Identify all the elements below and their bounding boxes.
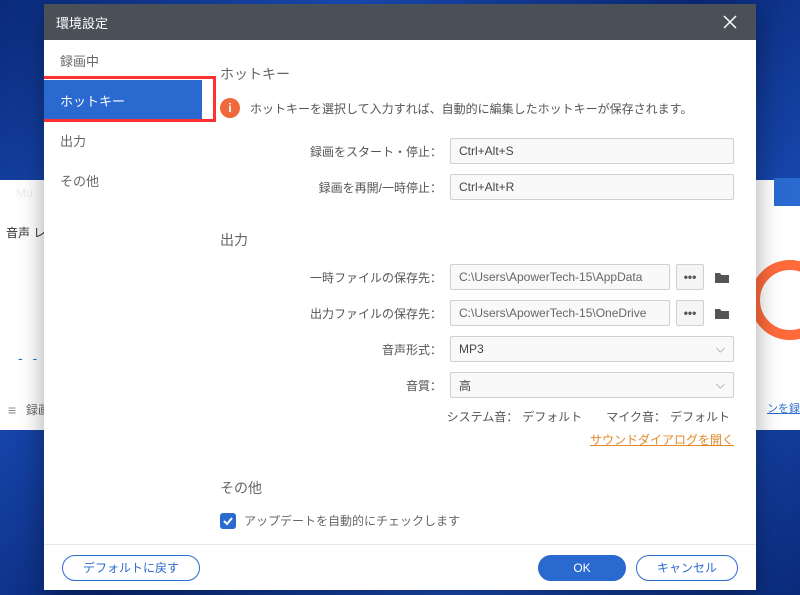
titlebar: 環境設定 [44, 4, 756, 40]
checkbox-auto-update[interactable] [220, 513, 236, 529]
sidebar-item-other[interactable]: その他 [44, 160, 202, 200]
chevron-down-icon: ⌵ [716, 342, 725, 357]
bg-right-button [774, 178, 800, 206]
row-format: 音声形式： MP3 ⌵ [220, 336, 734, 362]
label-start-stop: 録画をスタート・停止： [220, 143, 450, 160]
dialog-title: 環境設定 [56, 13, 716, 32]
select-format-value: MP3 [459, 342, 484, 356]
folder-icon [714, 270, 730, 284]
reset-defaults-button[interactable]: デフォルトに戻す [62, 555, 200, 581]
row-start-stop: 録画をスタート・停止： [220, 138, 734, 164]
content-pane: ホットキー i ホットキーを選択して入力すれば、自動的に編集したホットキーが保存… [202, 40, 756, 544]
label-quality: 音質： [220, 377, 450, 394]
sidebar: 録画中 ホットキー 出力 その他 [44, 40, 202, 200]
info-icon: i [220, 98, 240, 118]
row-sound-defaults: システム音：デフォルト マイク音：デフォルト [220, 408, 734, 425]
open-temp-folder-button[interactable] [710, 265, 734, 289]
label-auto-update: アップデートを自動的にチェックします [244, 512, 460, 529]
label-output-path: 出力ファイルの保存先： [220, 305, 450, 322]
bg-mu-label: Mu [16, 186, 33, 200]
open-sound-dialog-link[interactable]: サウンドダイアログを開く [590, 431, 734, 448]
info-text: ホットキーを選択して入力すれば、自動的に編集したホットキーが保存されます。 [250, 100, 692, 117]
ok-button[interactable]: OK [538, 555, 626, 581]
select-quality-value: 高 [459, 377, 471, 394]
close-icon [723, 15, 737, 29]
section-title-other: その他 [220, 478, 734, 498]
cancel-button[interactable]: キャンセル [636, 555, 738, 581]
section-title-hotkey: ホットキー [220, 64, 734, 84]
label-format: 音声形式： [220, 341, 450, 358]
sidebar-item-hotkey[interactable]: ホットキー [44, 80, 202, 120]
input-start-stop[interactable] [450, 138, 734, 164]
input-output-path[interactable] [450, 300, 670, 326]
sidebar-item-output[interactable]: 出力 [44, 120, 202, 160]
sidebar-wrap: 録画中 ホットキー 出力 その他 [44, 40, 202, 544]
sidebar-item-label: その他 [60, 171, 99, 190]
sidebar-item-recording[interactable]: 録画中 [44, 40, 202, 80]
select-quality[interactable]: 高 ⌵ [450, 372, 734, 398]
label-pause-resume: 録画を再開/一時停止： [220, 179, 450, 196]
input-temp-path[interactable] [450, 264, 670, 290]
bg-edge-link: ンを録 [767, 400, 800, 416]
settings-dialog: 環境設定 録画中 ホットキー 出力 その他 ホットキー i ホットキーを選択して… [44, 4, 756, 590]
select-format[interactable]: MP3 ⌵ [450, 336, 734, 362]
open-output-folder-button[interactable] [710, 301, 734, 325]
section-title-output: 出力 [220, 230, 734, 250]
row-quality: 音質： 高 ⌵ [220, 372, 734, 398]
label-mic-sound: マイク音：デフォルト [606, 408, 730, 425]
hamburger-icon: ≡ [8, 402, 16, 418]
info-row: i ホットキーを選択して入力すれば、自動的に編集したホットキーが保存されます。 [220, 98, 734, 118]
close-button[interactable] [716, 8, 744, 36]
check-icon [223, 516, 233, 526]
bg-audio-label: 音声 レ [6, 224, 45, 241]
dialog-body: 録画中 ホットキー 出力 その他 ホットキー i ホットキーを選択して入力すれば… [44, 40, 756, 544]
label-system-sound: システム音：デフォルト [447, 408, 583, 425]
label-temp-path: 一時ファイルの保存先： [220, 269, 450, 286]
sidebar-item-label: 出力 [60, 131, 86, 150]
folder-icon [714, 306, 730, 320]
row-temp-path: 一時ファイルの保存先： ••• [220, 264, 734, 290]
dialog-footer: デフォルトに戻す OK キャンセル [44, 544, 756, 590]
sidebar-item-label: ホットキー [60, 91, 125, 110]
row-auto-update: アップデートを自動的にチェックします [220, 512, 734, 529]
input-pause-resume[interactable] [450, 174, 734, 200]
sidebar-item-label: 録画中 [60, 51, 99, 70]
row-output-path: 出力ファイルの保存先： ••• [220, 300, 734, 326]
chevron-down-icon: ⌵ [716, 378, 725, 393]
browse-temp-button[interactable]: ••• [676, 264, 704, 290]
browse-output-button[interactable]: ••• [676, 300, 704, 326]
row-pause-resume: 録画を再開/一時停止： [220, 174, 734, 200]
